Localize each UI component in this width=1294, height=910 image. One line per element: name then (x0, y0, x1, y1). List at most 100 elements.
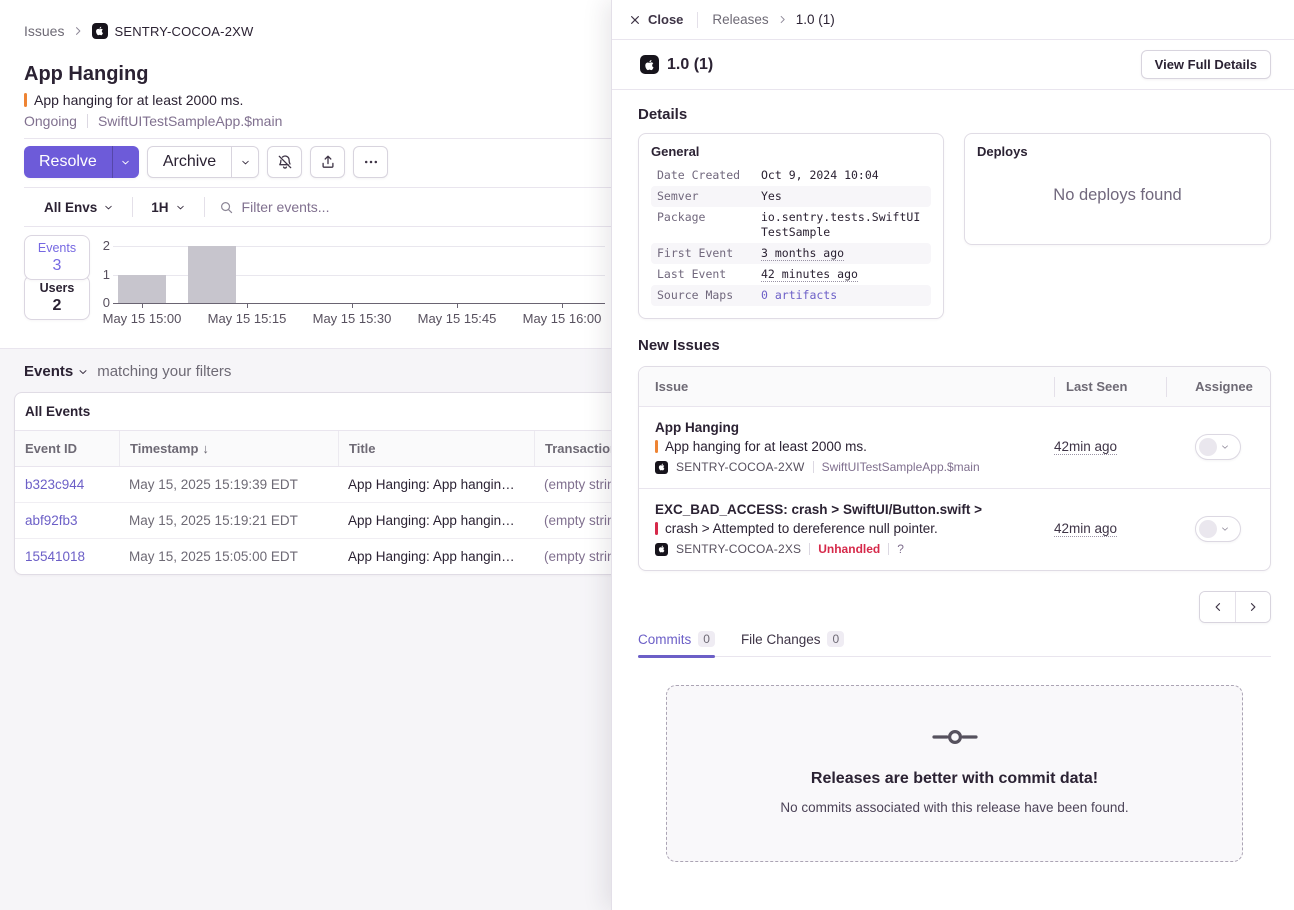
tab-file-changes[interactable]: File Changes 0 (741, 631, 844, 656)
assignee-dropdown[interactable] (1195, 516, 1241, 542)
divider (809, 543, 810, 555)
source-maps-link[interactable]: 0 artifacts (761, 288, 925, 303)
users-stat-toggle[interactable]: Users 2 (24, 275, 90, 320)
column-header-timestamp[interactable]: Timestamp↓ (119, 431, 338, 466)
upload-icon (320, 154, 336, 170)
commits-empty-state: Releases are better with commit data! No… (666, 685, 1243, 862)
apple-platform-icon (92, 23, 108, 39)
apple-platform-icon (655, 461, 668, 474)
events-stat-toggle[interactable]: Events 3 (24, 235, 90, 280)
detail-row: Last Event 42 minutes ago (651, 264, 931, 285)
x-axis-tick-label: May 15 15:00 (89, 311, 195, 326)
divider (87, 114, 88, 128)
graph-stats: Events 3 Users 2 (24, 235, 90, 334)
previous-page-button[interactable] (1200, 592, 1235, 622)
chevron-right-icon (1247, 601, 1259, 613)
y-axis-tick-label: 1 (94, 267, 110, 283)
avatar (1199, 438, 1217, 456)
archive-dropdown-button[interactable] (231, 147, 258, 177)
last-event-timeago[interactable]: 42 minutes ago (761, 267, 858, 282)
drawer-breadcrumb-releases-link[interactable]: Releases (712, 12, 768, 27)
release-drawer: Close Releases 1.0 (1) 1.0 (1) View Full… (611, 0, 1294, 910)
assignee-dropdown[interactable] (1195, 434, 1241, 460)
detail-row: Date Created Oct 9, 2024 10:04 (651, 165, 931, 186)
last-seen-value[interactable]: 42min ago (1054, 439, 1117, 455)
level-indicator-warning (24, 93, 27, 107)
chevron-down-icon (1220, 442, 1230, 452)
mute-notifications-button[interactable] (267, 146, 302, 178)
share-button[interactable] (310, 146, 345, 178)
tab-label: File Changes (741, 632, 821, 647)
event-id-link[interactable]: 15541018 (15, 539, 119, 574)
breadcrumb-project[interactable]: SENTRY-COCOA-2XW (92, 23, 253, 39)
resolve-split-button: Resolve (24, 146, 139, 178)
event-timestamp: May 15, 2025 15:19:39 EDT (119, 467, 338, 502)
last-seen-cell: 42min ago (1054, 438, 1166, 456)
detail-value: 42 minutes ago (761, 267, 925, 282)
drawer-close-button[interactable]: Close (629, 12, 683, 27)
tab-label: Commits (638, 632, 691, 647)
issue-message-line: crash > Attempted to dereference null po… (655, 521, 1038, 536)
new-issue-row[interactable]: EXC_BAD_ACCESS: crash > SwiftUI/Button.s… (639, 488, 1270, 570)
chevron-right-icon (72, 25, 84, 37)
git-commit-icon (932, 726, 978, 748)
issue-title-link[interactable]: App Hanging (655, 420, 1038, 435)
divider (132, 197, 133, 217)
archive-split-button: Archive (147, 146, 259, 178)
chevron-down-icon (120, 157, 131, 168)
release-name: 1.0 (1) (640, 55, 713, 74)
column-header-issue: Issue (639, 379, 1054, 394)
events-bar (188, 246, 236, 303)
tab-commits[interactable]: Commits 0 (638, 631, 715, 656)
drawer-breadcrumb: Releases 1.0 (1) (712, 12, 834, 27)
events-stat-value: 3 (53, 256, 62, 275)
details-heading: Details (638, 106, 1271, 123)
sort-desc-icon: ↓ (202, 441, 209, 456)
new-issue-row[interactable]: App Hanging App hanging for at least 200… (639, 407, 1270, 488)
breadcrumb-issues-link[interactable]: Issues (24, 23, 64, 39)
detail-cards: General Date Created Oct 9, 2024 10:04 S… (638, 133, 1271, 319)
issue-culprit: SwiftUITestSampleApp.$main (98, 113, 282, 129)
events-heading-dropdown[interactable]: Events (24, 363, 89, 380)
divider (204, 197, 205, 217)
events-bar (118, 275, 166, 304)
issue-message: App hanging for at least 2000 ms. (665, 439, 867, 454)
archive-button[interactable]: Archive (148, 147, 231, 177)
close-label: Close (648, 12, 683, 27)
more-actions-button[interactable] (353, 146, 388, 178)
close-icon (629, 14, 641, 26)
environment-filter[interactable]: All Envs (40, 200, 118, 215)
resolve-dropdown-button[interactable] (112, 146, 139, 178)
column-header-title[interactable]: Title (338, 431, 534, 466)
breadcrumb-project-id: SENTRY-COCOA-2XW (114, 24, 253, 39)
detail-row: Semver Yes (651, 186, 931, 207)
resolve-button[interactable]: Resolve (24, 146, 112, 178)
next-page-button[interactable] (1235, 592, 1270, 622)
event-id-link[interactable]: b323c944 (15, 467, 119, 502)
issue-title-link[interactable]: EXC_BAD_ACCESS: crash > SwiftUI/Button.s… (655, 502, 1038, 517)
view-full-details-button[interactable]: View Full Details (1141, 50, 1271, 79)
events-heading-suffix: matching your filters (97, 363, 231, 380)
issue-short-id: SENTRY-COCOA-2XS (676, 542, 801, 556)
column-header-event-id[interactable]: Event ID (15, 431, 119, 466)
issue-message-line: App hanging for at least 2000 ms. (655, 439, 1038, 454)
ellipsis-icon (363, 154, 379, 170)
release-version: 1.0 (1) (667, 56, 713, 74)
detail-value: Oct 9, 2024 10:04 (761, 168, 925, 183)
events-stat-label: Events (38, 241, 76, 256)
search-icon (219, 200, 234, 215)
first-event-timeago[interactable]: 3 months ago (761, 246, 844, 261)
apple-platform-icon (640, 55, 659, 74)
event-id-link[interactable]: abf92fb3 (15, 503, 119, 538)
search-input[interactable] (242, 199, 562, 215)
divider (813, 461, 814, 473)
avatar (1199, 520, 1217, 538)
last-seen-value[interactable]: 42min ago (1054, 521, 1117, 537)
x-axis-tick-label: May 15 15:15 (194, 311, 300, 326)
chevron-down-icon (103, 202, 114, 213)
chevron-down-icon (240, 157, 251, 168)
y-axis-tick-label: 0 (94, 295, 110, 311)
date-range-filter[interactable]: 1H (147, 200, 189, 215)
detail-key: Package (657, 210, 761, 225)
issue-short-id: SENTRY-COCOA-2XW (676, 460, 805, 474)
